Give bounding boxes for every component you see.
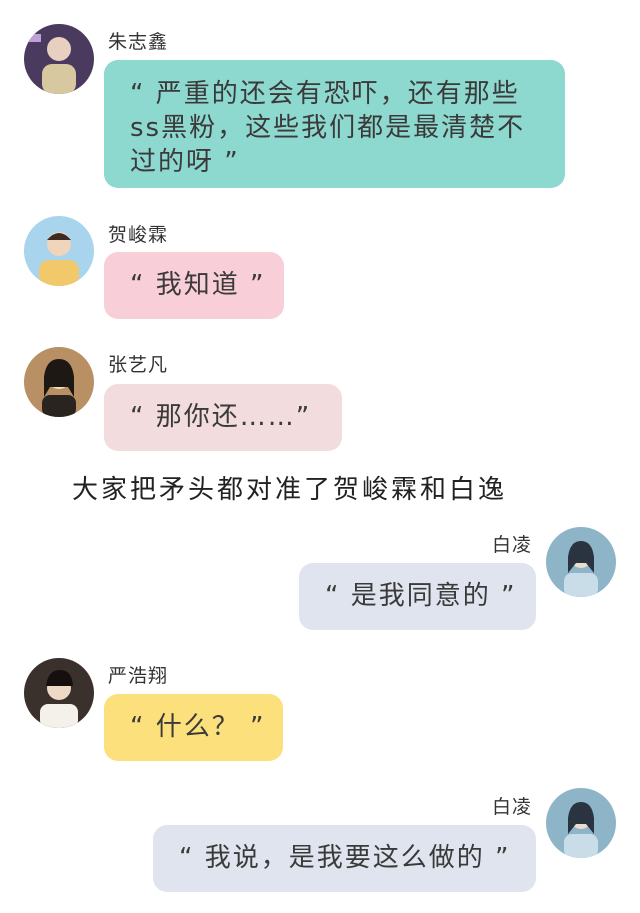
avatar-hejunlin[interactable] [24, 216, 94, 286]
message-text: “ 我说，是我要这么做的 ” [179, 843, 511, 873]
avatar-icon [546, 788, 616, 858]
avatar-icon [546, 527, 616, 597]
sender-name: 白凌 [492, 796, 533, 818]
avatar-icon [24, 24, 94, 94]
message-bubble: “ 是我同意的 ” [299, 563, 536, 630]
message-text: “ 严重的还会有恐吓，还有那些ss黑粉，这些我们都是最清楚不过的呀 ” [130, 79, 526, 177]
avatar-bailing[interactable] [546, 788, 616, 858]
message-bubble: “ 我说，是我要这么做的 ” [153, 825, 536, 892]
avatar-icon [24, 658, 94, 728]
avatar-bailing[interactable] [546, 527, 616, 597]
message-bubble: “ 我知道 ” [104, 252, 284, 319]
message-text: “ 那你还……” [130, 402, 312, 432]
message-text: “ 我知道 ” [130, 270, 266, 300]
avatar-icon [24, 347, 94, 417]
sender-name: 朱志鑫 [108, 31, 169, 53]
narration-text: 大家把矛头都对准了贺峻霖和白逸 [72, 475, 508, 505]
avatar-yanhaoxiang[interactable] [24, 658, 94, 728]
message-bubble: “ 什么？ ” [104, 694, 283, 761]
message-bubble: “ 严重的还会有恐吓，还有那些ss黑粉，这些我们都是最清楚不过的呀 ” [104, 60, 565, 188]
sender-name: 贺峻霖 [108, 224, 169, 246]
avatar-zhangyifan[interactable] [24, 347, 94, 417]
sender-name: 白凌 [492, 534, 533, 556]
avatar-icon [24, 216, 94, 286]
sender-name: 张艺凡 [108, 354, 169, 376]
message-text: “ 是我同意的 ” [325, 581, 517, 611]
avatar-zhuzhixin[interactable] [24, 24, 94, 94]
sender-name: 严浩翔 [108, 665, 169, 687]
message-bubble: “ 那你还……” [104, 384, 342, 451]
message-text: “ 什么？ ” [130, 712, 266, 742]
